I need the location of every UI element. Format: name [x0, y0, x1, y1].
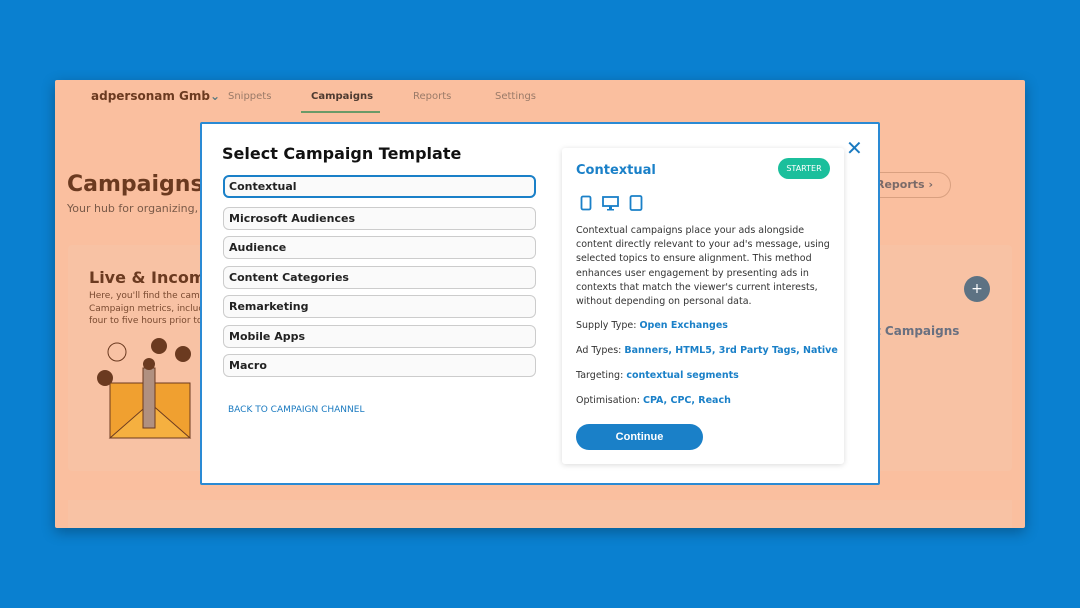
select-template-modal: Select Campaign Template ✕ Contextual Mi… [200, 122, 880, 485]
template-option-contextual[interactable]: Contextual [223, 175, 536, 198]
org-name: adpersonam Gmb [91, 89, 210, 103]
live-title: Live & Incomi [89, 268, 212, 287]
detail-title: Contextual [576, 163, 656, 178]
targeting-label: Targeting: [576, 370, 624, 381]
chevron-down-icon: ⌄ [210, 89, 221, 103]
template-detail-panel: Contextual STARTER Contextual campaigns … [562, 148, 844, 464]
supply-label: Supply Type: [576, 320, 637, 331]
template-option-microsoft-audiences[interactable]: Microsoft Audiences [223, 207, 536, 230]
tab-campaigns[interactable]: Campaigns [311, 91, 373, 102]
add-campaign-button[interactable]: + [964, 276, 990, 302]
tab-snippets[interactable]: Snippets [228, 91, 271, 102]
supply-type-row: Supply Type: Open Exchanges [576, 320, 728, 331]
plus-icon: + [971, 281, 983, 297]
adtypes-value: Banners, HTML5, 3rd Party Tags, Native [624, 345, 838, 356]
desktop-icon [602, 196, 619, 211]
optimisation-row: Optimisation: CPA, CPC, Reach [576, 395, 731, 406]
page-title: Campaigns [67, 172, 204, 197]
optimisation-label: Optimisation: [576, 395, 640, 406]
tab-settings[interactable]: Settings [495, 91, 536, 102]
chevron-right-icon: › [928, 178, 933, 191]
template-option-audience[interactable]: Audience [223, 236, 536, 259]
optimisation-value: CPA, CPC, Reach [642, 395, 731, 406]
template-option-mobile-apps[interactable]: Mobile Apps [223, 325, 536, 348]
detail-description: Contextual campaigns place your ads alon… [576, 225, 830, 308]
adtypes-label: Ad Types: [576, 345, 622, 356]
supply-value: Open Exchanges [639, 320, 728, 331]
active-tab-indicator [301, 111, 380, 113]
template-option-content-categories[interactable]: Content Categories [223, 266, 536, 289]
mobile-icon [580, 195, 592, 211]
tablet-icon [629, 195, 643, 211]
illustration-icon [97, 338, 192, 439]
targeting-value: contextual segments [626, 370, 739, 381]
template-option-remarketing[interactable]: Remarketing [223, 295, 536, 318]
page-subtitle: Your hub for organizing, m [67, 202, 213, 215]
org-selector[interactable]: adpersonam Gmb⌄ [91, 89, 220, 103]
reports-label: Reports [876, 178, 925, 191]
top-nav: adpersonam Gmb⌄ Snippets Campaigns Repor… [55, 80, 1025, 114]
continue-button[interactable]: Continue [576, 424, 703, 450]
modal-title: Select Campaign Template [222, 144, 462, 163]
tab-reports[interactable]: Reports [413, 91, 451, 102]
targeting-row: Targeting: contextual segments [576, 370, 739, 381]
back-to-campaign-channel-link[interactable]: BACK TO CAMPAIGN CHANNEL [228, 405, 364, 415]
ad-types-row: Ad Types: Banners, HTML5, 3rd Party Tags… [576, 345, 838, 356]
close-icon[interactable]: ✕ [846, 136, 863, 160]
completed-campaigns-card [68, 500, 1012, 528]
template-option-macro[interactable]: Macro [223, 354, 536, 377]
tier-badge: STARTER [778, 158, 830, 179]
campaigns-hint: t Campaigns [875, 324, 960, 338]
